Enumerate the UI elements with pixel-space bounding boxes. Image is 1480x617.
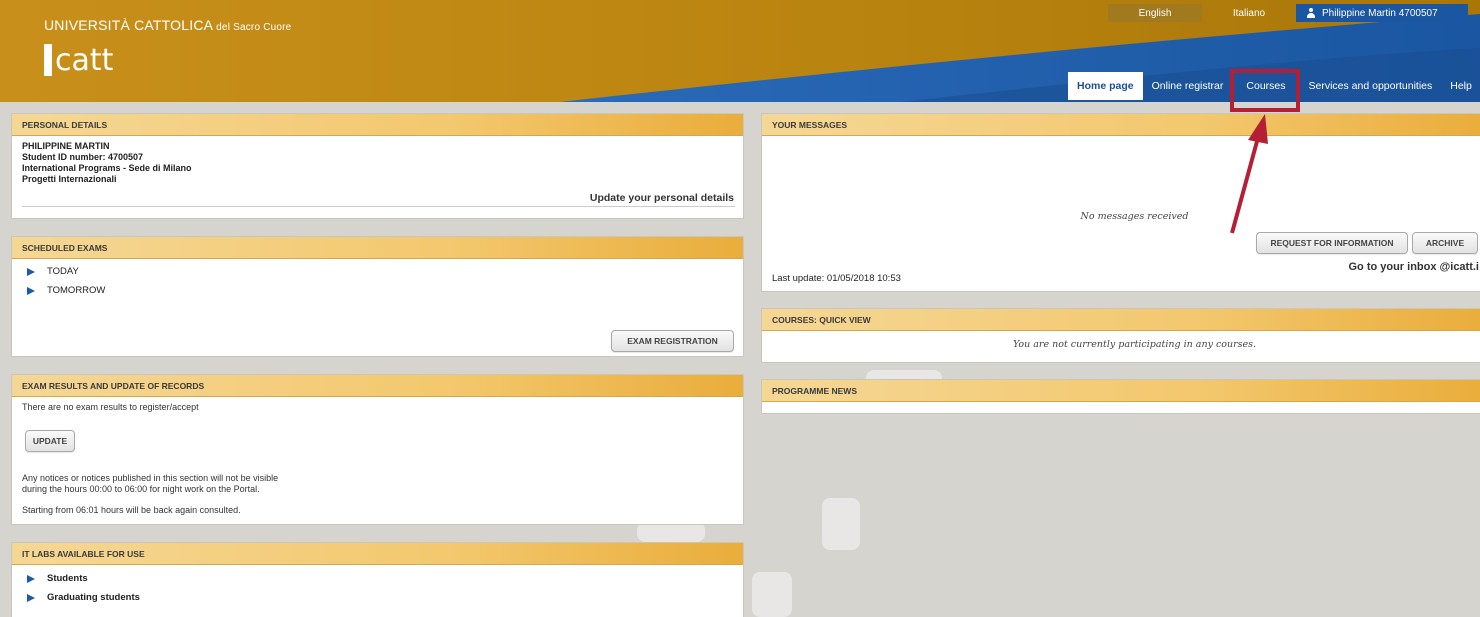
- icatt-logo[interactable]: catt: [44, 40, 113, 76]
- logo-text: catt: [55, 43, 114, 78]
- no-messages-text: No messages received: [1080, 211, 1189, 222]
- panel-title: COURSES: QUICK VIEW: [762, 309, 1480, 331]
- it-labs-panel: IT LABS AVAILABLE FOR USE Students Gradu…: [11, 542, 744, 617]
- messages-panel: YOUR MESSAGES No messages received REQUE…: [761, 113, 1480, 292]
- personal-details-panel: PERSONAL DETAILS PHILIPPINE MARTIN Stude…: [11, 113, 744, 219]
- archive-button[interactable]: ARCHIVE: [1412, 232, 1478, 254]
- exam-results-body: There are no exam results to register/ac…: [12, 397, 743, 525]
- language-italiano-label: Italiano: [1232, 7, 1266, 19]
- panel-title: PROGRAMME NEWS: [762, 380, 1480, 402]
- expand-arrow-icon: [27, 267, 35, 276]
- panel-title: IT LABS AVAILABLE FOR USE: [12, 543, 743, 565]
- list-item[interactable]: Graduating students: [22, 588, 733, 607]
- notice-line: Starting from 06:01 hours will be back a…: [22, 505, 241, 515]
- inbox-link[interactable]: Go to your inbox @icatt.i: [1348, 261, 1479, 273]
- list-item[interactable]: TODAY: [22, 262, 733, 281]
- list-item-label: Students: [47, 573, 88, 584]
- tab-services-and-opportunities[interactable]: Services and opportunities: [1300, 72, 1442, 100]
- list-item[interactable]: TOMORROW: [22, 281, 733, 300]
- panel-title: YOUR MESSAGES: [762, 114, 1480, 136]
- language-english-label: English: [1138, 7, 1172, 19]
- no-results-text: There are no exam results to register/ac…: [22, 402, 199, 412]
- university-name-sub: del Sacro Cuore: [213, 22, 292, 33]
- expand-arrow-icon: [27, 593, 35, 602]
- programme-news-panel: PROGRAMME NEWS: [761, 379, 1480, 414]
- tab-help[interactable]: Help: [1441, 72, 1480, 100]
- tab-home-page[interactable]: Home page: [1068, 72, 1143, 100]
- it-labs-body: Students Graduating students: [12, 565, 743, 612]
- student-id: Student ID number: 4700507: [22, 152, 144, 162]
- language-italiano[interactable]: Italiano: [1202, 4, 1296, 22]
- student-project: Progetti Internazionali: [22, 174, 117, 184]
- exam-results-panel: EXAM RESULTS AND UPDATE OF RECORDS There…: [11, 374, 744, 525]
- update-button[interactable]: UPDATE: [25, 430, 75, 452]
- update-personal-details-link[interactable]: Update your personal details: [590, 192, 734, 204]
- student-name: PHILIPPINE MARTIN: [22, 141, 110, 151]
- courses-quick-view-body: You are not currently participating in a…: [762, 331, 1480, 363]
- language-english[interactable]: English: [1108, 4, 1202, 22]
- last-update-text: Last update: 01/05/2018 10:53: [772, 273, 901, 284]
- expand-arrow-icon: [27, 574, 35, 583]
- user-name: Philippine Martin 4700507: [1322, 7, 1438, 19]
- decorative-tile: [637, 522, 705, 542]
- scheduled-exams-panel: SCHEDULED EXAMS TODAY TOMORROW EXAM REGI…: [11, 236, 744, 357]
- panel-title: PERSONAL DETAILS: [12, 114, 743, 136]
- logo-i-mark: [44, 44, 52, 76]
- list-item[interactable]: Students: [22, 569, 733, 588]
- divider: [22, 206, 735, 207]
- decorative-tile: [752, 572, 792, 617]
- list-item-label: TOMORROW: [47, 285, 106, 296]
- decorative-tile: [822, 498, 860, 550]
- tab-online-registrar[interactable]: Online registrar: [1143, 72, 1233, 100]
- personal-details-body: PHILIPPINE MARTIN Student ID number: 470…: [12, 136, 743, 219]
- university-name-main: UNIVERSITÀ CATTOLICA: [44, 17, 214, 33]
- no-courses-text: You are not currently participating in a…: [1012, 339, 1257, 350]
- request-information-button[interactable]: REQUEST FOR INFORMATION: [1256, 232, 1408, 254]
- expand-arrow-icon: [27, 286, 35, 295]
- courses-quick-view-panel: COURSES: QUICK VIEW You are not currentl…: [761, 308, 1480, 363]
- notice-line: Any notices or notices published in this…: [22, 473, 279, 483]
- university-name: UNIVERSITÀ CATTOLICA del Sacro Cuore: [44, 17, 291, 33]
- student-program: International Programs - Sede di Milano: [22, 163, 192, 173]
- user-icon: [1306, 8, 1316, 18]
- list-item-label: Graduating students: [47, 592, 140, 603]
- exam-registration-button[interactable]: EXAM REGISTRATION: [611, 330, 734, 352]
- panel-title: EXAM RESULTS AND UPDATE OF RECORDS: [12, 375, 743, 397]
- user-menu[interactable]: Philippine Martin 4700507: [1296, 4, 1468, 22]
- messages-body: No messages received REQUEST FOR INFORMA…: [762, 136, 1480, 292]
- scheduled-exams-body: TODAY TOMORROW EXAM REGISTRATION: [12, 259, 743, 357]
- panel-title: SCHEDULED EXAMS: [12, 237, 743, 259]
- notice-line: during the hours 00:00 to 06:00 for nigh…: [22, 484, 260, 494]
- courses-highlight-box: [1230, 69, 1300, 112]
- list-item-label: TODAY: [47, 266, 79, 277]
